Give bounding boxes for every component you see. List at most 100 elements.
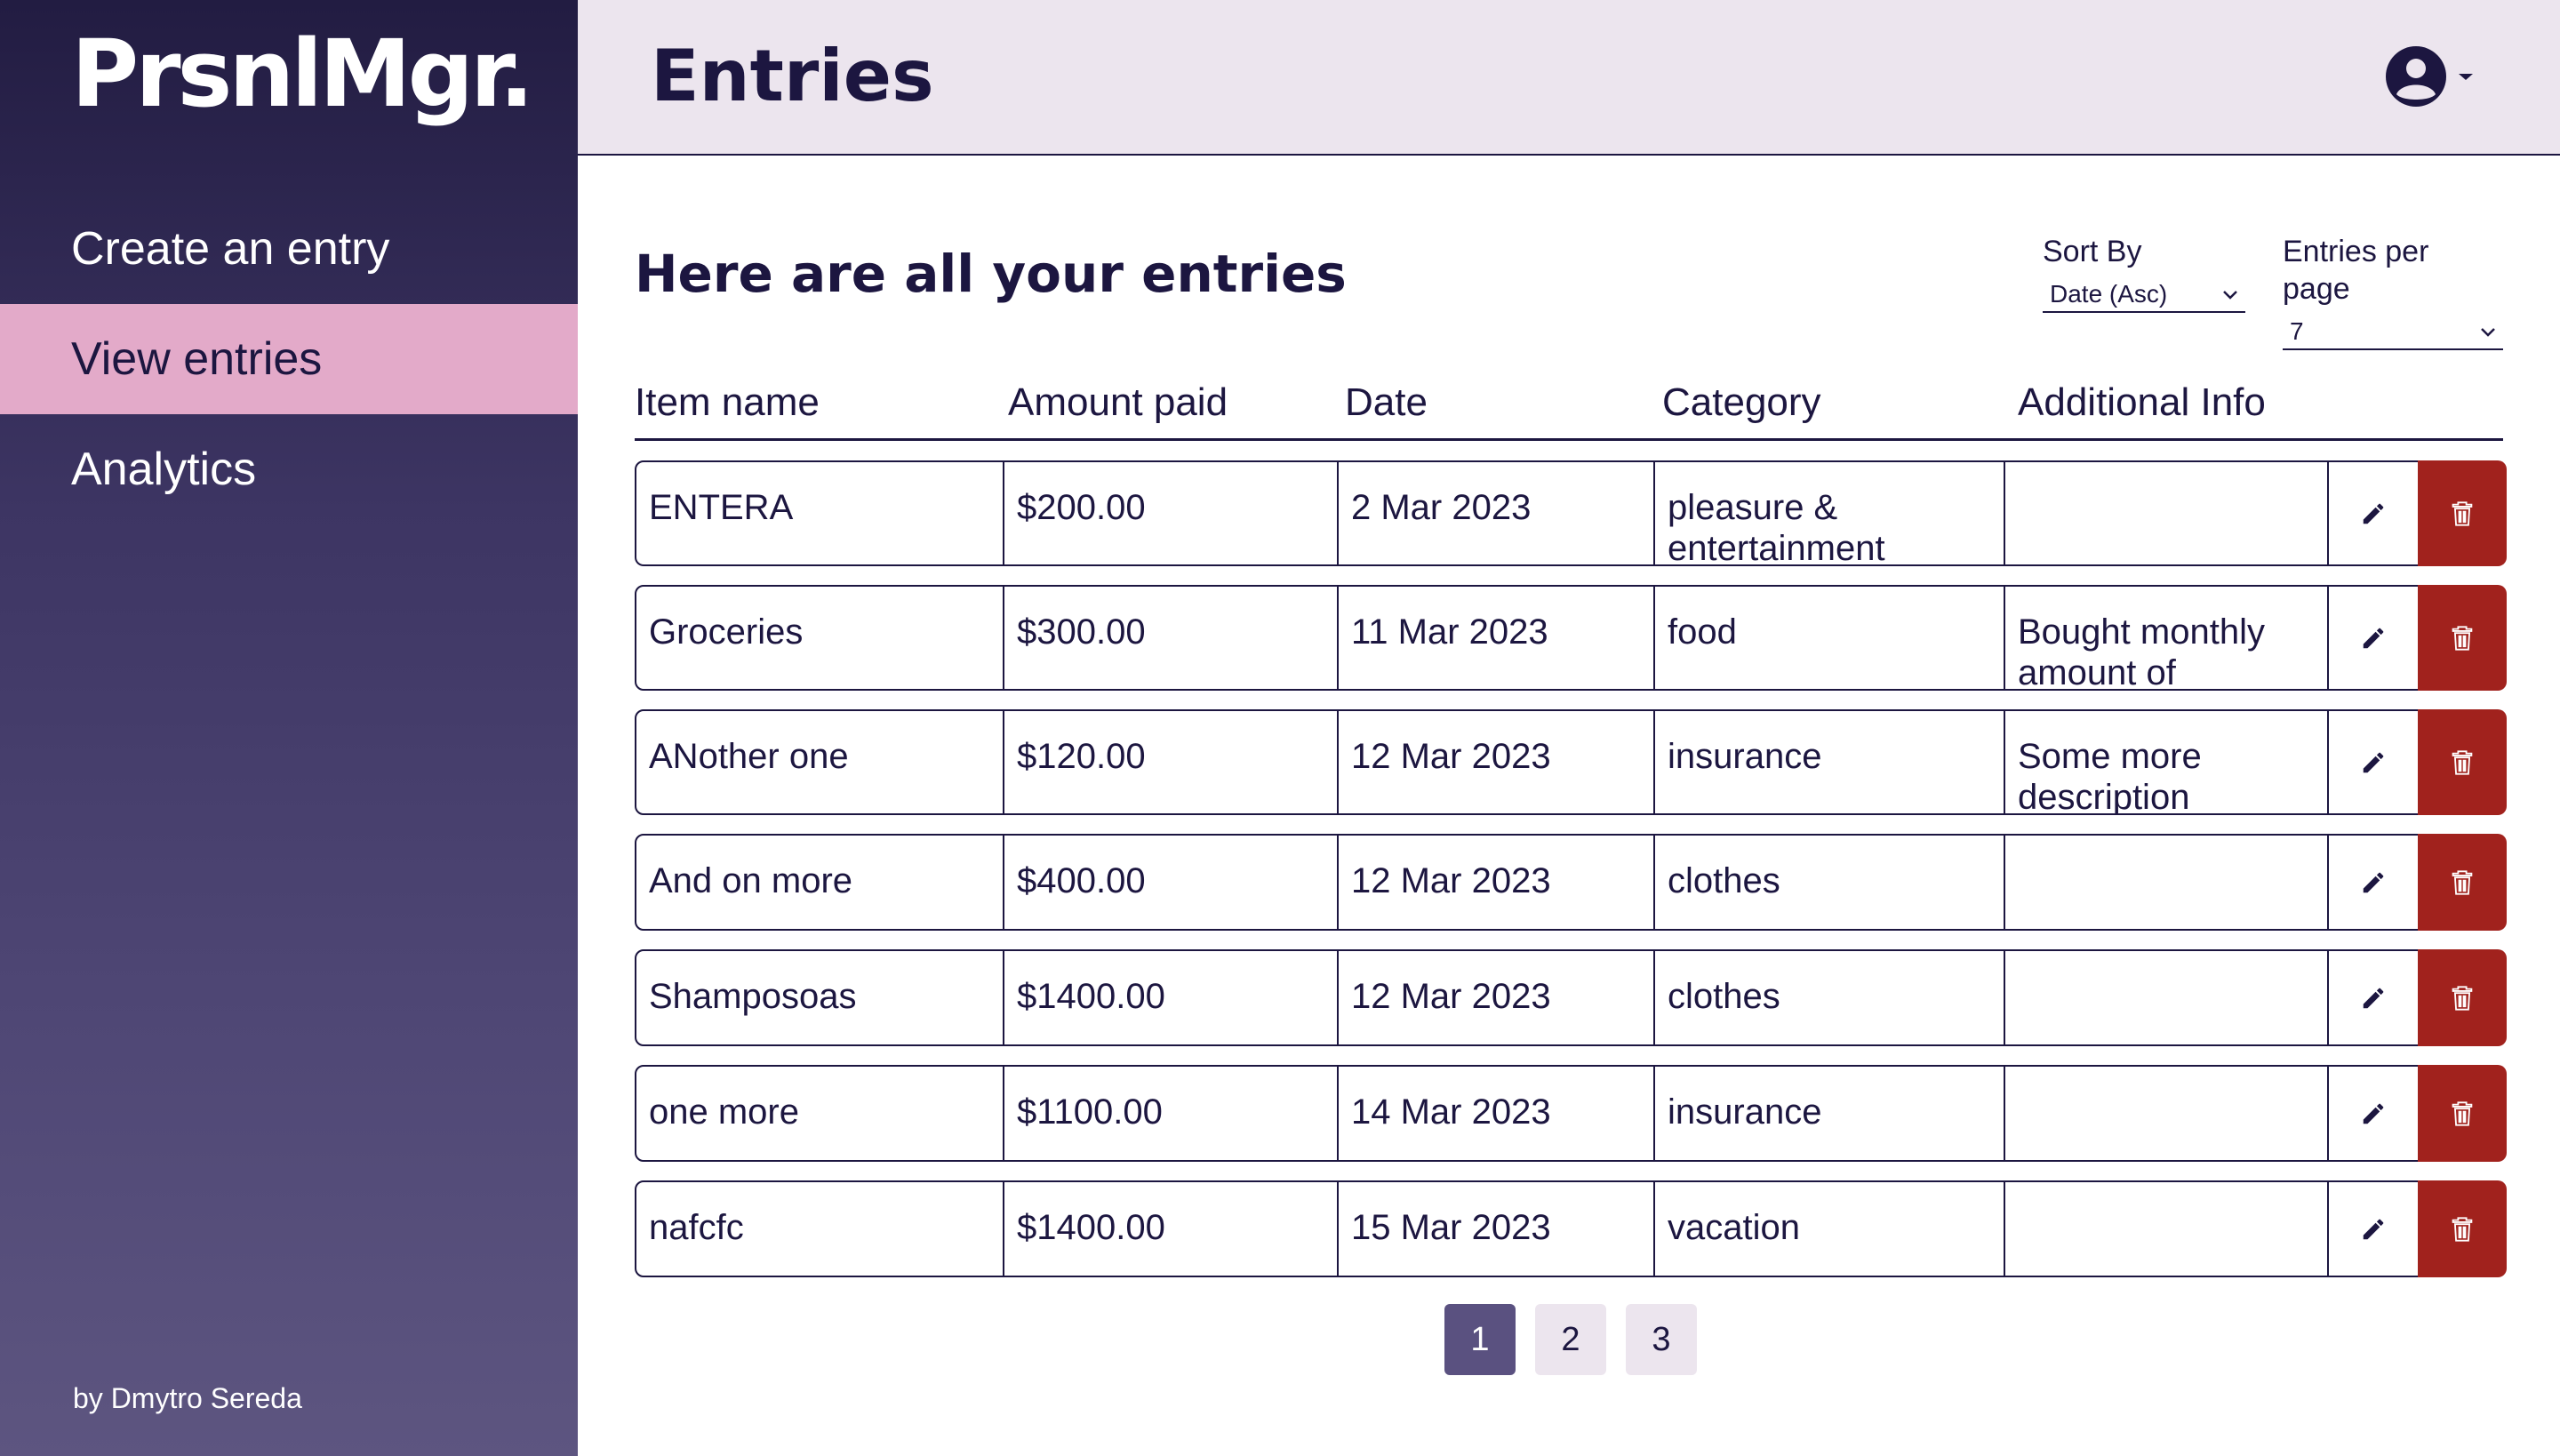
sidebar-item-analytics[interactable]: Analytics [0, 414, 578, 524]
page-button-3[interactable]: 3 [1626, 1304, 1697, 1375]
page-button-2[interactable]: 2 [1535, 1304, 1606, 1375]
trash-icon [2452, 625, 2473, 651]
cell-amount: $1400.00 [1004, 951, 1339, 1044]
cell-item-name: ENTERA [636, 462, 1004, 564]
sort-value: Date (Asc) [2050, 280, 2168, 308]
edit-button[interactable] [2329, 587, 2418, 689]
pencil-icon [2363, 872, 2384, 892]
edit-button[interactable] [2329, 836, 2418, 929]
page-button-1[interactable]: 1 [1444, 1304, 1516, 1375]
column-header-item-name: Item name [635, 380, 820, 424]
entries-per-page-value: 7 [2290, 317, 2304, 345]
cell-additional-info: Some more description [2005, 711, 2329, 813]
sidebar: PrsnlMgr. Create an entry View entries A… [0, 0, 578, 1456]
cell-category: clothes [1655, 836, 2005, 929]
delete-button[interactable] [2418, 585, 2507, 691]
user-circle-icon [2386, 46, 2446, 107]
edit-button[interactable] [2329, 711, 2418, 813]
cell-item-name: Groceries [636, 587, 1004, 689]
cell-date: 11 Mar 2023 [1339, 587, 1655, 689]
trash-icon [2452, 500, 2473, 526]
cell-item-name: ANother one [636, 711, 1004, 813]
table-row: one more $1100.00 14 Mar 2023 insurance [635, 1065, 2507, 1162]
sort-control: Sort By Date (Asc) [2043, 233, 2245, 313]
author-credit: by Dmytro Sereda [73, 1382, 302, 1414]
sort-label: Sort By [2043, 235, 2142, 268]
pencil-icon [2363, 988, 2384, 1008]
cell-category: pleasure & entertainment [1655, 462, 2005, 564]
pencil-icon [2363, 1219, 2384, 1239]
page-header: Entries [578, 0, 2560, 156]
table-row: Shamposoas $1400.00 12 Mar 2023 clothes [635, 949, 2507, 1046]
delete-button[interactable] [2418, 949, 2507, 1046]
cell-category: clothes [1655, 951, 2005, 1044]
cell-date: 14 Mar 2023 [1339, 1067, 1655, 1160]
sidebar-item-label: Analytics [71, 444, 257, 495]
cell-additional-info [2005, 462, 2329, 564]
trash-icon [2452, 1216, 2473, 1242]
chevron-down-icon [2223, 291, 2237, 300]
cell-additional-info [2005, 1067, 2329, 1160]
entries-per-page-select[interactable]: 7 [2283, 315, 2503, 350]
account-menu-button[interactable] [2382, 43, 2489, 110]
trash-icon [2452, 869, 2473, 895]
cell-date: 2 Mar 2023 [1339, 462, 1655, 564]
sidebar-item-label: Create an entry [71, 223, 390, 275]
table-row: ANother one $120.00 12 Mar 2023 insuranc… [635, 709, 2507, 815]
delete-button[interactable] [2418, 709, 2507, 815]
column-header-amount-paid: Amount paid [1008, 380, 1228, 424]
trash-icon [2452, 985, 2473, 1011]
cell-category: food [1655, 587, 2005, 689]
pencil-icon [2363, 503, 2384, 524]
edit-button[interactable] [2329, 462, 2418, 564]
cell-date: 12 Mar 2023 [1339, 711, 1655, 813]
cell-additional-info [2005, 836, 2329, 929]
sidebar-item-view-entries[interactable]: View entries [0, 304, 578, 414]
entries-per-page-label: Entries per page [2283, 235, 2429, 306]
entries-per-page-control: Entries per page 7 [2283, 233, 2503, 350]
delete-button[interactable] [2418, 1065, 2507, 1162]
trash-icon [2452, 1100, 2473, 1126]
pencil-icon [2363, 1103, 2384, 1124]
chevron-down-icon [2481, 328, 2495, 337]
cell-amount: $300.00 [1004, 587, 1339, 689]
sidebar-item-create-entry[interactable]: Create an entry [0, 194, 578, 304]
cell-amount: $400.00 [1004, 836, 1339, 929]
cell-additional-info [2005, 951, 2329, 1044]
table-header: Item name Amount paid Date Category Addi… [635, 377, 2503, 441]
table-row: ENTERA $200.00 2 Mar 2023 pleasure & ent… [635, 460, 2507, 566]
cell-amount: $1400.00 [1004, 1182, 1339, 1276]
cell-additional-info [2005, 1182, 2329, 1276]
sort-select[interactable]: Date (Asc) [2043, 277, 2245, 313]
cell-category: insurance [1655, 1067, 2005, 1160]
column-header-category: Category [1662, 380, 1821, 424]
edit-button[interactable] [2329, 951, 2418, 1044]
cell-item-name: Shamposoas [636, 951, 1004, 1044]
cell-item-name: one more [636, 1067, 1004, 1160]
sidebar-item-label: View entries [71, 333, 323, 385]
cell-additional-info: Bought monthly amount of [2005, 587, 2329, 689]
delete-button[interactable] [2418, 834, 2507, 931]
column-header-additional-info: Additional Info [2018, 380, 2266, 424]
edit-button[interactable] [2329, 1067, 2418, 1160]
edit-button[interactable] [2329, 1182, 2418, 1276]
column-header-date: Date [1345, 380, 1428, 424]
cell-item-name: nafcfc [636, 1182, 1004, 1276]
cell-category: insurance [1655, 711, 2005, 813]
pencil-icon [2363, 752, 2384, 772]
entries-heading: Here are all your entries [635, 244, 1347, 304]
caret-down-icon [2459, 74, 2473, 80]
cell-amount: $1100.00 [1004, 1067, 1339, 1160]
trash-icon [2452, 749, 2473, 775]
app-logo[interactable]: PrsnlMgr. [71, 16, 534, 132]
cell-date: 12 Mar 2023 [1339, 951, 1655, 1044]
delete-button[interactable] [2418, 1180, 2507, 1277]
cell-item-name: And on more [636, 836, 1004, 929]
pencil-icon [2363, 628, 2384, 648]
cell-amount: $120.00 [1004, 711, 1339, 813]
table-row: nafcfc $1400.00 15 Mar 2023 vacation [635, 1180, 2507, 1277]
delete-button[interactable] [2418, 460, 2507, 566]
cell-category: vacation [1655, 1182, 2005, 1276]
cell-date: 12 Mar 2023 [1339, 836, 1655, 929]
cell-date: 15 Mar 2023 [1339, 1182, 1655, 1276]
